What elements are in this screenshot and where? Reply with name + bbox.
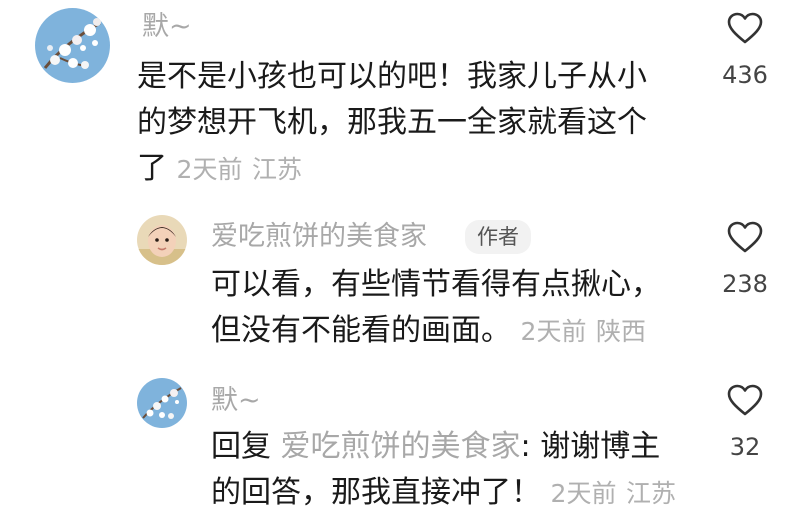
comment-text-line: 的回答，那我直接冲了！ 2天前 江苏 — [211, 475, 677, 510]
comment-text-line: 可以看，有些情节看得有点揪心， — [211, 267, 661, 302]
heart-icon — [727, 221, 763, 253]
comment-text-line: 但没有不能看的画面。 2天前 陕西 — [211, 313, 647, 348]
comment-time: 2天前 — [550, 479, 617, 508]
heart-icon — [727, 12, 763, 44]
reply-prefix: 回复 — [211, 429, 271, 464]
comment-location: 陕西 — [596, 317, 647, 346]
comment-username[interactable]: 默~ — [142, 10, 192, 44]
reply-avatar[interactable] — [137, 378, 187, 428]
like-button[interactable]: 436 — [705, 12, 785, 89]
comment-location: 江苏 — [626, 479, 677, 508]
child-avatar-icon — [137, 215, 187, 265]
comment-text[interactable]: 是不是小孩也可以的吧！我家儿子从小 的梦想开飞机，那我五一全家就看这个 了 2天… — [137, 54, 647, 193]
like-count: 32 — [729, 433, 761, 461]
heart-icon — [727, 384, 763, 416]
reply-text[interactable]: 可以看，有些情节看得有点揪心， 但没有不能看的画面。 2天前 陕西 — [211, 262, 661, 355]
reply-target-user[interactable]: 爱吃煎饼的美食家 — [281, 429, 521, 464]
blossom-avatar-icon — [137, 378, 187, 428]
reply-text[interactable]: 回复 爱吃煎饼的美食家: 谢谢博主 的回答，那我直接冲了！ 2天前 江苏 — [211, 424, 676, 517]
comment-text-line: 了 2天前 江苏 — [137, 151, 303, 186]
comment-text-line: 回复 爱吃煎饼的美食家: 谢谢博主 — [211, 429, 661, 464]
comment-avatar[interactable] — [35, 8, 110, 83]
like-button[interactable]: 238 — [705, 221, 785, 298]
comment-time: 2天前 — [520, 317, 587, 346]
author-badge: 作者 — [465, 220, 531, 254]
comment-time: 2天前 — [176, 155, 243, 184]
comment-text-line: 是不是小孩也可以的吧！我家儿子从小 — [137, 59, 647, 94]
like-button[interactable]: 32 — [705, 384, 785, 461]
reply-username[interactable]: 默~ — [211, 384, 261, 418]
like-count: 238 — [722, 270, 768, 298]
reply-avatar[interactable] — [137, 215, 187, 265]
blossom-avatar-icon — [35, 8, 110, 83]
comment-location: 江苏 — [252, 155, 303, 184]
reply-username[interactable]: 爱吃煎饼的美食家 — [211, 220, 427, 254]
like-count: 436 — [722, 61, 768, 89]
comment-text-line: 的梦想开飞机，那我五一全家就看这个 — [137, 105, 647, 140]
